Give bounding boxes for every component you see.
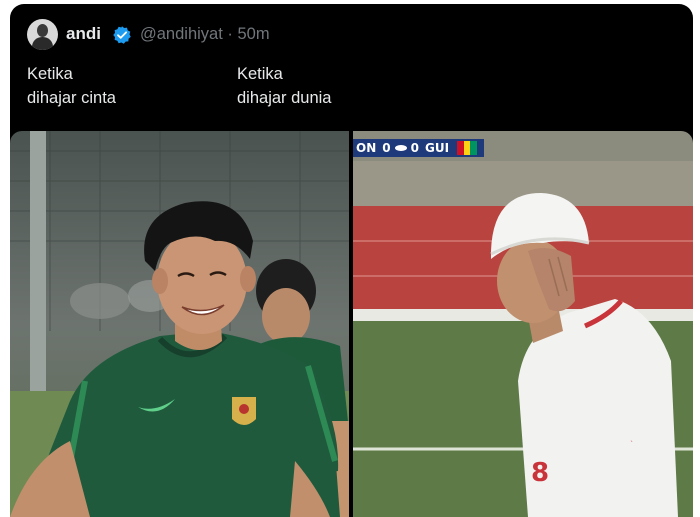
post-card[interactable]: andi @andihiyat · 50m Ketika dihajar cin…	[10, 4, 693, 517]
verified-badge-icon	[113, 26, 131, 44]
author-name[interactable]: andi	[66, 24, 101, 44]
scoreboard-separator	[394, 145, 407, 151]
photo-sad-player[interactable]: 8 ON 0 0 GUI	[353, 131, 693, 517]
caption-left-line2: dihajar cinta	[27, 89, 116, 107]
sad-player-illustration: 8	[353, 131, 693, 517]
guinea-flag-icon	[454, 141, 480, 155]
post-header: andi @andihiyat · 50m	[10, 4, 693, 64]
avatar[interactable]	[27, 19, 58, 50]
caption-left: Ketika dihajar cinta	[27, 62, 116, 110]
photo-smiling-player[interactable]	[10, 131, 349, 517]
avatar-body	[32, 37, 53, 50]
caption-right-line1: Ketika	[237, 65, 283, 83]
scoreboard-team-left: ON	[356, 141, 377, 155]
caption-right: Ketika dihajar dunia	[237, 62, 332, 110]
match-scoreboard: ON 0 0 GUI	[353, 139, 485, 157]
avatar-head	[37, 24, 48, 37]
author-handle-and-time[interactable]: @andihiyat · 50m	[140, 25, 270, 44]
scoreboard-team-right: GUI	[424, 141, 450, 155]
scoreboard-score-left: 0	[382, 141, 391, 155]
caption-left-line1: Ketika	[27, 65, 73, 83]
scoreboard-score-right: 0	[410, 141, 419, 155]
jersey-number: 8	[531, 458, 549, 488]
post-media[interactable]: 8 ON 0 0 GUI	[10, 131, 693, 517]
smiling-player-illustration	[10, 131, 349, 517]
caption-right-line2: dihajar dunia	[237, 89, 332, 107]
